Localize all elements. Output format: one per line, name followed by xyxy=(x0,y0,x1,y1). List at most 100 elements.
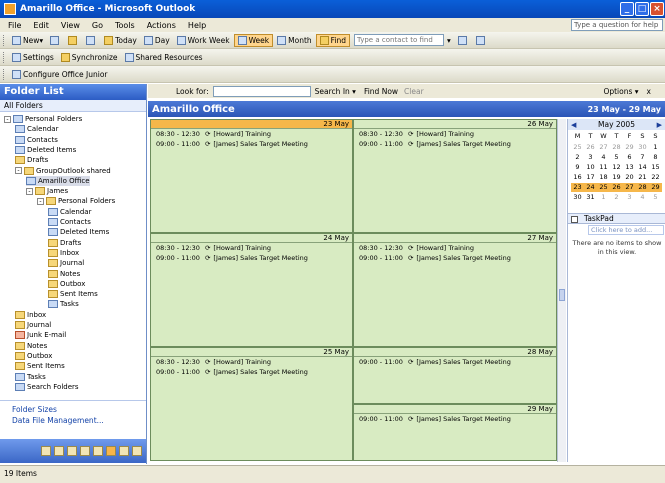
date-navigator-day[interactable]: 17 xyxy=(584,173,597,182)
date-navigator-day[interactable]: 19 xyxy=(610,173,623,182)
date-navigator-day[interactable]: 10 xyxy=(584,163,597,172)
configure-office-junior-button[interactable]: Configure Office Junior xyxy=(9,68,111,81)
address-book-dropdown[interactable]: ▾ xyxy=(444,34,454,47)
folder-tree-item[interactable]: Outbox xyxy=(48,279,85,289)
date-navigator-day[interactable]: 21 xyxy=(636,173,649,182)
toolbar-grip[interactable] xyxy=(3,68,6,80)
toolbar-grip[interactable] xyxy=(3,34,6,46)
find-now-button[interactable]: Find Now xyxy=(364,87,398,96)
maximize-button[interactable]: □ xyxy=(635,2,649,16)
appointment[interactable]: 09:00 - 11:00 ⟳ [James] Sales Target Meeti… xyxy=(354,139,556,149)
date-navigator-day[interactable]: 1 xyxy=(649,143,662,152)
folder-tree-item[interactable]: Amarillo Office xyxy=(26,175,90,186)
folder-tree-item[interactable]: Search Folders xyxy=(15,382,79,392)
folder-tree-item[interactable]: - GroupOutlook shared xyxy=(15,166,111,176)
appointment[interactable]: 08:30 - 12:30 ⟳ [Howard] Training xyxy=(151,129,352,139)
folder-tree-item[interactable]: Deleted Items xyxy=(15,145,76,155)
menu-tools[interactable]: Tools xyxy=(109,21,141,30)
day-cell[interactable]: 24 May 08:30 - 12:30 ⟳ [Howard] Training 09:… xyxy=(150,233,353,347)
menu-view[interactable]: View xyxy=(55,21,86,30)
prev-month-icon[interactable]: ◀ xyxy=(571,121,576,129)
menu-edit[interactable]: Edit xyxy=(27,21,55,30)
appointment[interactable]: 08:30 - 12:30 ⟳ [Howard] Training xyxy=(354,243,556,253)
date-navigator-day[interactable]: 25 xyxy=(597,183,610,192)
date-navigator-day[interactable]: 20 xyxy=(623,173,636,182)
collapse-icon[interactable]: - xyxy=(4,115,11,123)
date-navigator-day[interactable]: 31 xyxy=(584,193,597,202)
folder-tree-item[interactable]: Inbox xyxy=(48,248,79,258)
appointment[interactable]: 09:00 - 11:00 ⟳ [James] Sales Target Meeti… xyxy=(151,139,352,149)
mail-nav-icon[interactable] xyxy=(41,446,51,456)
contacts-nav-icon[interactable] xyxy=(67,446,77,456)
tasks-nav-icon[interactable] xyxy=(80,446,90,456)
menu-file[interactable]: File xyxy=(2,21,27,30)
date-navigator-day[interactable]: 6 xyxy=(623,153,636,162)
calendar-scrollbar[interactable] xyxy=(557,119,566,462)
go-to-today-button[interactable]: Today xyxy=(101,34,140,47)
appointment[interactable]: 09:00 - 11:00 ⟳ [James] Sales Target Meeti… xyxy=(354,357,556,367)
move-button[interactable] xyxy=(65,34,82,47)
clear-button[interactable]: Clear xyxy=(404,87,424,96)
menu-help[interactable]: Help xyxy=(182,21,212,30)
week-view-button[interactable]: Week xyxy=(233,33,274,47)
menu-go[interactable]: Go xyxy=(86,21,109,30)
collapse-icon[interactable]: - xyxy=(37,197,44,205)
date-navigator-day[interactable]: 22 xyxy=(649,173,662,182)
address-book-button[interactable] xyxy=(455,34,472,47)
date-navigator-day[interactable]: 2 xyxy=(571,153,584,162)
folder-sizes-link[interactable]: Folder Sizes xyxy=(12,404,146,415)
date-navigator-day[interactable]: 30 xyxy=(636,143,649,152)
settings-button[interactable]: Settings xyxy=(9,51,57,64)
date-navigator-day[interactable]: 8 xyxy=(649,153,662,162)
folder-tree-item[interactable]: Contacts xyxy=(15,135,58,145)
folder-tree-item[interactable]: Deleted Items xyxy=(48,227,109,237)
folder-tree-item[interactable]: Outbox xyxy=(15,351,52,361)
date-navigator-day[interactable]: 30 xyxy=(571,193,584,202)
date-navigator-day[interactable]: 2 xyxy=(610,193,623,202)
date-navigator-day[interactable]: 14 xyxy=(636,163,649,172)
date-navigator-day[interactable]: 11 xyxy=(597,163,610,172)
folder-tree-item[interactable]: Journal xyxy=(15,320,51,330)
appointment[interactable]: 08:30 - 12:30 ⟳ [Howard] Training xyxy=(151,243,352,253)
folder-tree-item[interactable]: Journal xyxy=(48,258,84,268)
folder-tree-item[interactable]: Junk E-mail xyxy=(15,330,66,340)
folder-tree-item[interactable]: Notes xyxy=(15,341,47,351)
minimize-button[interactable]: _ xyxy=(620,2,634,16)
delete-button[interactable] xyxy=(83,34,100,47)
appointment[interactable]: 08:30 - 12:30 ⟳ [Howard] Training xyxy=(354,129,556,139)
collapse-icon[interactable]: - xyxy=(26,187,33,195)
folder-tree-item[interactable]: Tasks xyxy=(48,299,79,309)
date-navigator-day[interactable]: 15 xyxy=(649,163,662,172)
scroll-thumb[interactable] xyxy=(559,289,565,301)
month-view-button[interactable]: Month xyxy=(274,34,315,47)
look-for-input[interactable] xyxy=(212,85,311,97)
appointment[interactable]: 08:30 - 12:30 ⟳ [Howard] Training xyxy=(151,357,352,367)
collapse-icon[interactable]: - xyxy=(15,167,22,174)
date-navigator-day[interactable]: 27 xyxy=(623,183,636,192)
date-navigator-day[interactable]: 5 xyxy=(649,193,662,202)
menu-actions[interactable]: Actions xyxy=(141,21,182,30)
help-button[interactable] xyxy=(473,34,490,47)
date-navigator-day[interactable]: 12 xyxy=(610,163,623,172)
folder-tree-item[interactable]: - James xyxy=(26,186,68,196)
date-navigator-day[interactable]: 26 xyxy=(610,183,623,192)
folder-list-nav-icon[interactable] xyxy=(106,446,116,456)
date-navigator-day[interactable]: 16 xyxy=(571,173,584,182)
date-navigator-day[interactable]: 28 xyxy=(636,183,649,192)
notes-nav-icon[interactable] xyxy=(93,446,103,456)
print-button[interactable] xyxy=(47,34,64,47)
shortcuts-nav-icon[interactable] xyxy=(119,446,129,456)
date-navigator-day[interactable]: 24 xyxy=(584,183,597,192)
date-navigator-day[interactable]: 26 xyxy=(584,143,597,152)
configure-buttons-icon[interactable] xyxy=(132,446,142,456)
folder-tree-item[interactable]: Sent Items xyxy=(15,361,65,371)
day-cell[interactable]: 26 May 08:30 - 12:30 ⟳ [Howard] Training 09:… xyxy=(353,119,557,233)
date-navigator-day[interactable]: 4 xyxy=(597,153,610,162)
day-view-button[interactable]: Day xyxy=(141,34,173,47)
task-complete-checkbox[interactable] xyxy=(571,216,578,223)
find-button[interactable]: Find xyxy=(315,33,351,47)
appointment[interactable]: 09:00 - 11:00 ⟳ [James] Sales Target Meeti… xyxy=(354,414,556,424)
folder-tree-item[interactable]: Inbox xyxy=(15,310,46,320)
appointment[interactable]: 09:00 - 11:00 ⟳ [James] Sales Target Meeti… xyxy=(354,253,556,263)
shared-resources-button[interactable]: Shared Resources xyxy=(122,51,206,64)
